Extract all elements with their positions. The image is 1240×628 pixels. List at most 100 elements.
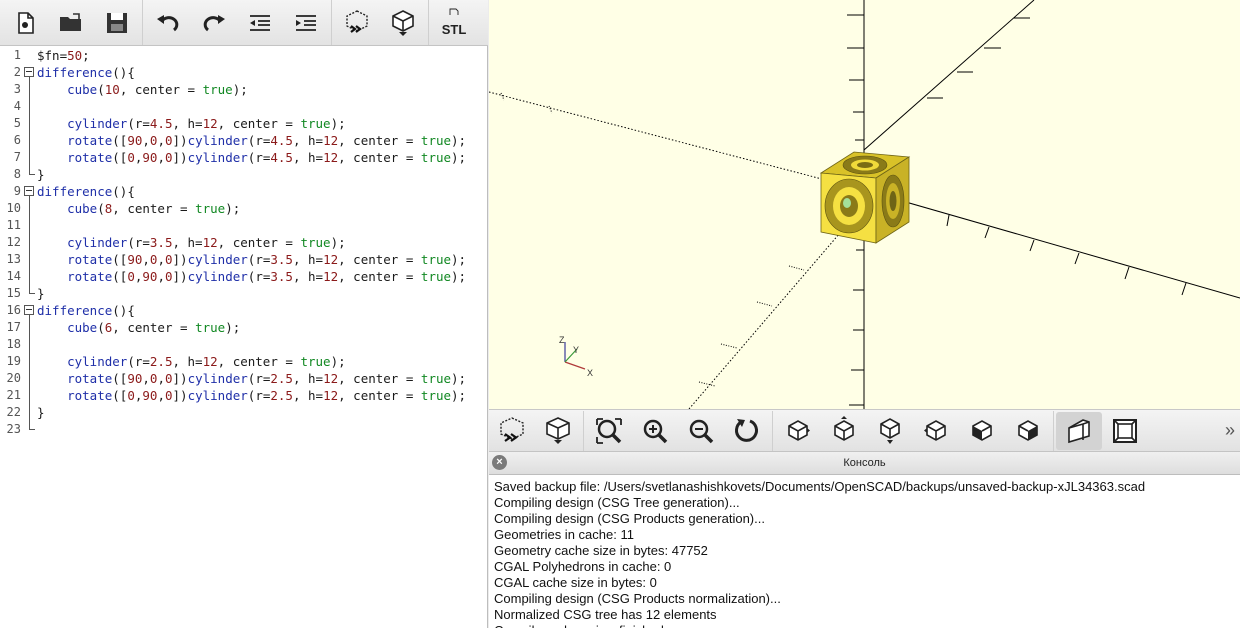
export-group: STL — [429, 0, 479, 45]
line-number: 19 — [6, 354, 21, 368]
fold-marker — [23, 217, 35, 234]
zoom-out-button[interactable] — [678, 412, 724, 450]
fold-marker[interactable] — [23, 183, 35, 200]
x-axis-line — [863, 189, 1240, 299]
line-number: 18 — [6, 337, 21, 351]
code-line[interactable]: 1 $fn=50; — [0, 47, 488, 64]
code-text: rotate([90,0,0])cylinder(r=2.5, h=12, ce… — [67, 371, 467, 386]
code-text: $fn=50; — [37, 48, 90, 63]
code-editor[interactable]: 1 $fn=50; 2 difference(){3 cube(10, center … — [0, 47, 488, 628]
toolbar-separator — [583, 410, 584, 451]
y-axis-ticks — [927, 17, 1030, 99]
code-line[interactable]: 23 — [0, 421, 488, 438]
code-line[interactable]: 8} — [0, 166, 488, 183]
code-line[interactable]: 6 rotate([90,0,0])cylinder(r=4.5, h=12, … — [0, 132, 488, 149]
code-line[interactable]: 19 cylinder(r=2.5, h=12, center = true); — [0, 353, 488, 370]
code-text: rotate([0,90,0])cylinder(r=3.5, h=12, ce… — [67, 269, 467, 284]
view-back-icon — [1018, 419, 1038, 441]
indent-button[interactable] — [283, 3, 329, 43]
perspective-button[interactable] — [1056, 411, 1102, 450]
console-line: Saved backup file: /Users/svetlanashishk… — [494, 479, 1146, 494]
code-text: } — [37, 405, 45, 420]
toolbar-overflow-button[interactable]: » — [1220, 420, 1240, 441]
view-right-button[interactable] — [775, 412, 821, 450]
code-line[interactable]: 7 rotate([0,90,0])cylinder(r=4.5, h=12, … — [0, 149, 488, 166]
orthogonal-button[interactable] — [1102, 412, 1148, 450]
code-text: } — [37, 167, 45, 182]
fold-marker[interactable] — [23, 302, 35, 319]
code-line[interactable]: 3 cube(10, center = true); — [0, 81, 488, 98]
line-number: 14 — [6, 269, 21, 283]
new-file-button[interactable] — [2, 3, 48, 43]
preview-button[interactable] — [334, 3, 380, 43]
line-number: 12 — [6, 235, 21, 249]
view-left-button[interactable] — [913, 412, 959, 450]
code-line[interactable]: 15} — [0, 285, 488, 302]
console-line: Geometries in cache: 11 — [494, 527, 634, 542]
code-line[interactable]: 2 difference(){ — [0, 64, 488, 81]
fold-marker — [23, 285, 35, 302]
code-line[interactable]: 20 rotate([90,0,0])cylinder(r=2.5, h=12,… — [0, 370, 488, 387]
unindent-button[interactable] — [237, 3, 283, 43]
toolbar-separator — [772, 410, 773, 451]
view-front-icon — [972, 419, 992, 441]
code-line[interactable]: 9 difference(){ — [0, 183, 488, 200]
code-text: rotate([90,0,0])cylinder(r=4.5, h=12, ce… — [67, 133, 467, 148]
fold-marker — [23, 132, 35, 149]
zoom-in-button[interactable] — [632, 412, 678, 450]
code-line[interactable]: 16 difference(){ — [0, 302, 488, 319]
code-line[interactable]: 21 rotate([0,90,0])cylinder(r=2.5, h=12,… — [0, 387, 488, 404]
line-number: 23 — [6, 422, 21, 436]
view-back-button[interactable] — [1005, 412, 1051, 450]
redo-button[interactable] — [191, 3, 237, 43]
line-number: 21 — [6, 388, 21, 402]
model-cube[interactable] — [819, 151, 911, 244]
line-number: 1 — [13, 48, 21, 62]
line-number: 4 — [13, 99, 21, 113]
export-stl-button[interactable]: STL — [431, 3, 477, 43]
fold-marker[interactable] — [23, 64, 35, 81]
render-icon — [546, 416, 570, 444]
fold-marker — [23, 251, 35, 268]
view-top-icon — [834, 415, 854, 441]
console-line: CGAL cache size in bytes: 0 — [494, 575, 657, 590]
view-bottom-button[interactable] — [867, 412, 913, 450]
3d-viewport[interactable]: Z X Y — [489, 0, 1240, 409]
reset-view-button[interactable] — [724, 412, 770, 450]
open-file-button[interactable] — [48, 3, 94, 43]
code-line[interactable]: 4 — [0, 98, 488, 115]
view-render-button[interactable] — [535, 412, 581, 450]
fold-marker — [23, 353, 35, 370]
code-line[interactable]: 14 rotate([0,90,0])cylinder(r=3.5, h=12,… — [0, 268, 488, 285]
code-line[interactable]: 11 — [0, 217, 488, 234]
redo-icon — [203, 14, 225, 31]
code-line[interactable]: 17 cube(6, center = true); — [0, 319, 488, 336]
view-preview-button[interactable] — [489, 412, 535, 450]
code-line[interactable]: 12 cylinder(r=3.5, h=12, center = true); — [0, 234, 488, 251]
code-line[interactable]: 18 — [0, 336, 488, 353]
save-file-button[interactable] — [94, 3, 140, 43]
edit-group — [143, 0, 332, 45]
line-number: 16 — [6, 303, 21, 317]
x-axis-ticks — [946, 214, 1187, 296]
view-front-button[interactable] — [959, 412, 1005, 450]
code-text: cube(6, center = true); — [67, 320, 241, 335]
zoom-in-icon — [643, 419, 668, 443]
render-button[interactable] — [380, 3, 426, 43]
line-number: 17 — [6, 320, 21, 334]
code-line[interactable]: 10 cube(8, center = true); — [0, 200, 488, 217]
console-line: Compiling design (CSG Products normaliza… — [494, 591, 781, 606]
preview-icon — [346, 9, 368, 33]
undo-button[interactable] — [145, 3, 191, 43]
view-all-button[interactable] — [586, 412, 632, 450]
code-line[interactable]: 5 cylinder(r=4.5, h=12, center = true); — [0, 115, 488, 132]
code-line[interactable]: 13 rotate([90,0,0])cylinder(r=3.5, h=12,… — [0, 251, 488, 268]
console-output[interactable]: Saved backup file: /Users/svetlanashishk… — [489, 475, 1240, 628]
console-line: Geometry cache size in bytes: 47752 — [494, 543, 708, 558]
code-line[interactable]: 22} — [0, 404, 488, 421]
line-number: 5 — [13, 116, 21, 130]
view-top-button[interactable] — [821, 412, 867, 450]
code-text: } — [37, 286, 45, 301]
new-file-icon — [18, 11, 34, 34]
view-toolbar: » — [489, 409, 1240, 452]
